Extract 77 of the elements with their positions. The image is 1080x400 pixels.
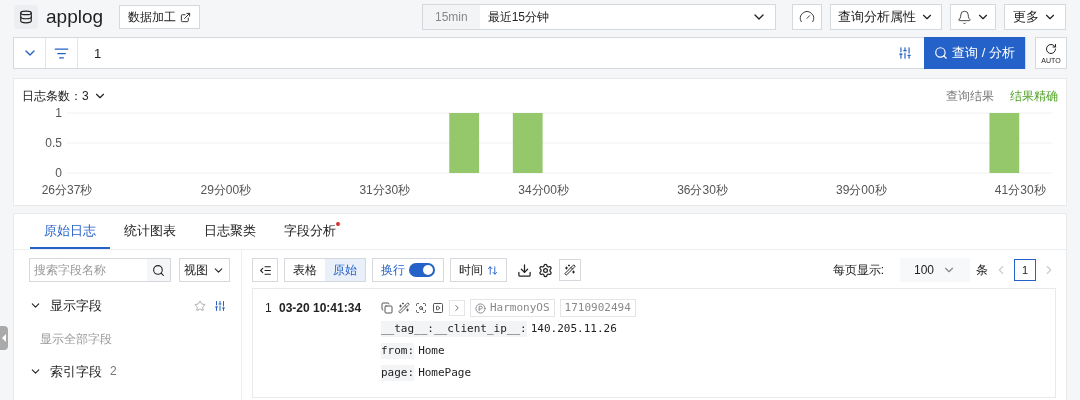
source-tag: HarmonyOS — [470, 299, 555, 317]
field-key: __tag__:__client_ip__: — [381, 320, 527, 338]
tab[interactable]: 字段分析 — [270, 214, 350, 249]
axis-label: 0.5 — [45, 136, 62, 150]
data-process-button[interactable]: 数据加工 — [119, 5, 201, 29]
bell-icon — [956, 9, 972, 25]
log-count[interactable]: 日志条数：3 — [22, 87, 107, 105]
section-toggle[interactable]: 显示字段 — [29, 296, 102, 316]
section-toggle[interactable]: 索引字段 — [29, 361, 102, 381]
logstore-title: applog — [46, 4, 104, 29]
page-number[interactable]: 1 — [1014, 259, 1036, 281]
wand-icon[interactable] — [398, 302, 410, 314]
unit-label: 条 — [976, 262, 988, 279]
star-icon[interactable] — [194, 299, 206, 312]
collapse-handle-icon[interactable] — [0, 326, 8, 350]
download-icon[interactable] — [517, 262, 532, 278]
result-status: 查询结果 — [946, 88, 994, 105]
axis-label: 0 — [55, 166, 62, 180]
wrap-toggle[interactable]: 换行 — [372, 258, 444, 282]
tab[interactable]: 原始日志 — [30, 214, 110, 249]
field-search[interactable]: 搜索字段名称 — [29, 258, 171, 282]
row-number: 1 — [265, 300, 273, 317]
refresh-icon — [1045, 42, 1057, 55]
field-value: 140.205.11.26 — [530, 320, 617, 337]
field-key: page: — [381, 364, 415, 382]
sort-icon — [487, 264, 498, 276]
tab[interactable]: 统计图表 — [110, 214, 190, 249]
result-status: 结果精确 — [1010, 88, 1058, 105]
alert-button[interactable] — [950, 4, 996, 30]
page-size-label: 每页显示: — [832, 262, 884, 279]
axis-label: 31分30秒 — [359, 183, 411, 197]
timestamp-tag: 1710902494 — [559, 299, 636, 317]
query-attributes-button[interactable]: 查询分析属性 — [830, 4, 942, 30]
indent-icon — [258, 263, 272, 277]
axis-label: 36分30秒 — [677, 183, 728, 197]
axis-label: 41分30秒 — [994, 183, 1046, 197]
copy-icon[interactable] — [381, 302, 393, 314]
play-icon[interactable] — [432, 302, 444, 314]
toggle-switch[interactable] — [409, 263, 435, 277]
sliders-icon[interactable] — [898, 46, 912, 60]
axis-label: 29分00秒 — [200, 183, 252, 197]
collapse-sidebar-button[interactable] — [252, 258, 278, 282]
axis-label: 26分37秒 — [41, 183, 93, 197]
settings-icon[interactable] — [538, 262, 553, 278]
search-analyze-button[interactable]: 查询 / 分析 — [924, 37, 1025, 69]
axis-label: 1 — [55, 106, 62, 120]
field-search-input[interactable]: 搜索字段名称 — [30, 259, 147, 281]
tab[interactable]: 日志聚类 — [190, 214, 270, 249]
log-time: 03-20 10:41:34 — [279, 300, 363, 317]
field-key: from: — [381, 342, 415, 360]
sort-select[interactable]: 时间 — [450, 258, 507, 282]
search-icon[interactable] — [147, 259, 170, 281]
circle-p-icon — [475, 302, 486, 314]
time-range-short: 15min — [423, 5, 480, 29]
wand-button[interactable] — [559, 259, 581, 281]
database-icon — [14, 5, 38, 29]
filter-icon — [54, 45, 69, 61]
search-icon — [934, 46, 949, 60]
view-mode-tab[interactable]: 表格 — [285, 259, 325, 281]
axis-label: 39分00秒 — [836, 183, 887, 197]
more-button[interactable]: 更多 — [1004, 4, 1066, 30]
field-value: Home — [418, 342, 445, 359]
external-link-icon — [180, 11, 192, 23]
wand-icon — [564, 264, 576, 276]
sliders-icon[interactable] — [214, 299, 226, 312]
field-count: 2 — [110, 363, 117, 381]
time-range-label: 最近15分钟 — [486, 9, 551, 26]
view-mode-tab[interactable]: 原始 — [325, 259, 365, 281]
axis-label: 34分00秒 — [518, 183, 569, 197]
field-value: HomePage — [418, 364, 472, 381]
gauge-button[interactable] — [792, 4, 822, 30]
search-context-icon[interactable] — [415, 302, 427, 314]
query-bar[interactable]: 1 查询 / 分析 — [13, 37, 1026, 69]
time-range-select[interactable]: 15min 最近15分钟 — [422, 4, 776, 30]
gauge-icon — [799, 9, 815, 25]
view-select[interactable]: 视图 — [179, 258, 230, 282]
page-size-select[interactable]: 100 — [900, 258, 970, 282]
